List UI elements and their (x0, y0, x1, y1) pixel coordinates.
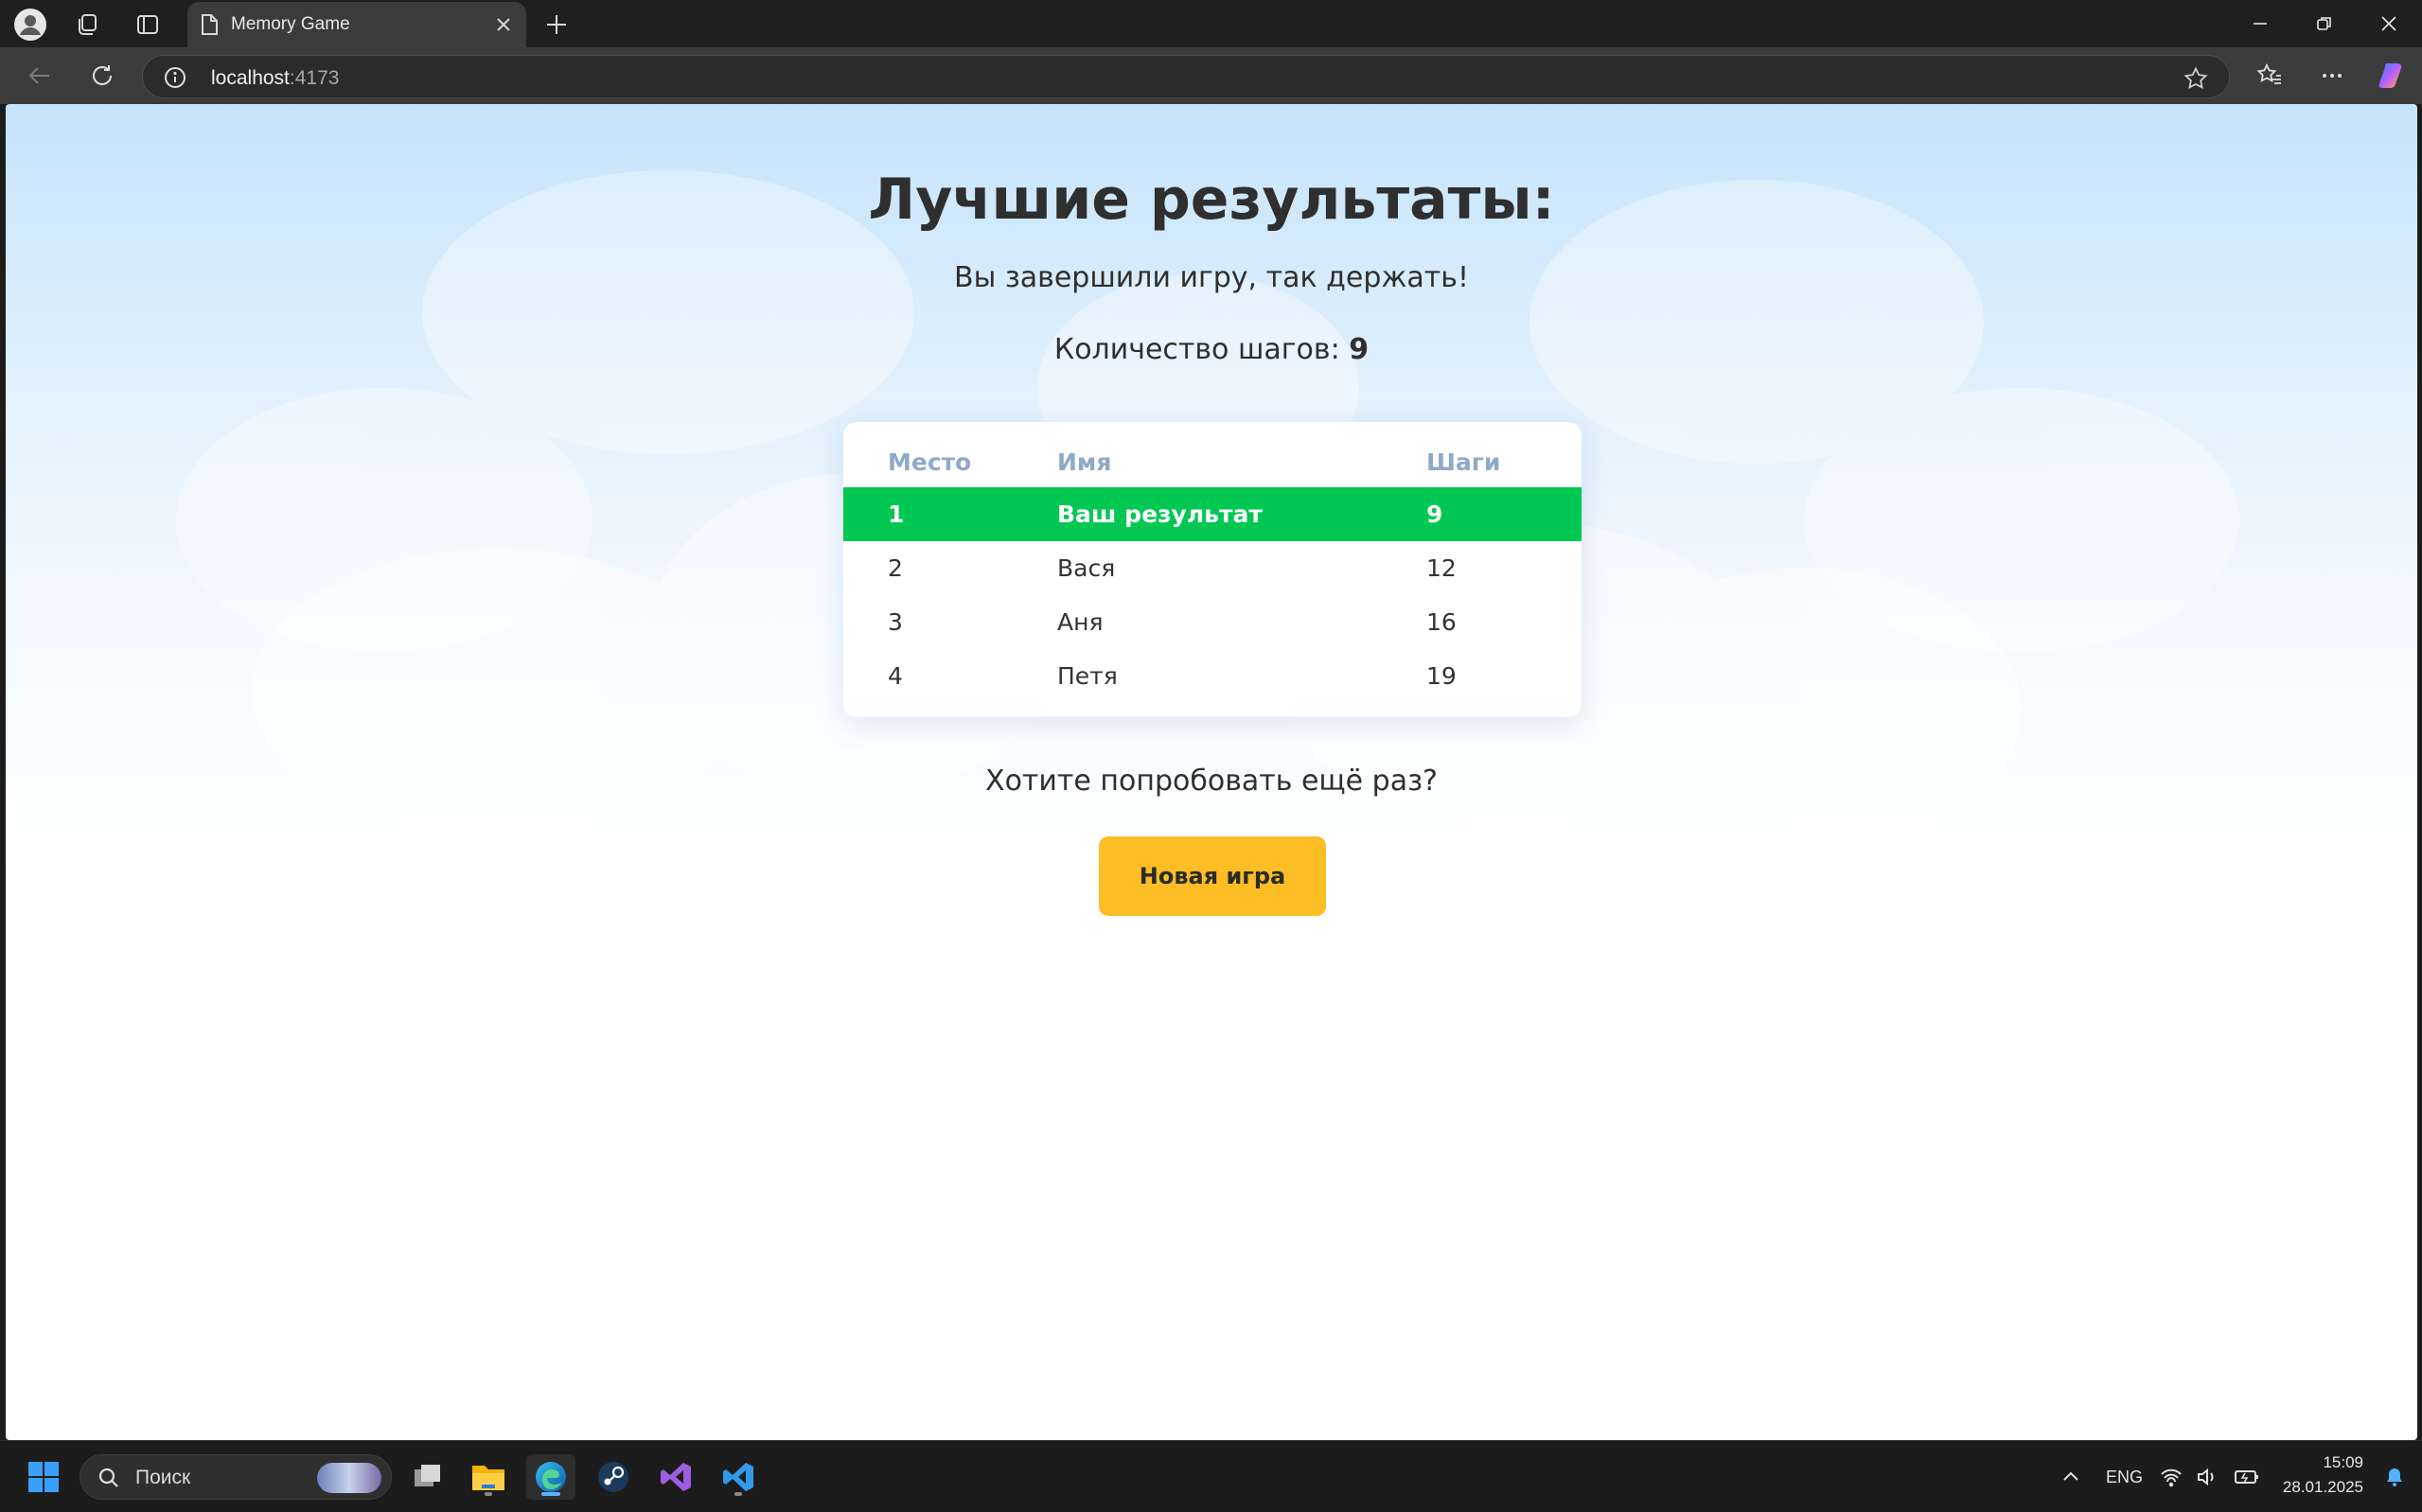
browser-tab-bar: Memory Game (0, 0, 2422, 47)
search-highlight-image (317, 1463, 381, 1493)
language-indicator[interactable]: ENG (2106, 1468, 2143, 1487)
page-viewport: Лучшие результаты: Вы завершили игру, та… (6, 104, 2417, 1440)
row-place: 2 (888, 554, 903, 582)
row-name: Петя (1057, 662, 1118, 690)
taskbar-search[interactable]: Поиск (80, 1454, 392, 1500)
site-info-icon[interactable] (164, 66, 186, 94)
address-bar[interactable]: localhost:4173 (142, 55, 2230, 98)
row-name: Ваш результат (1057, 501, 1263, 528)
row-place: 1 (888, 501, 905, 528)
url-text: localhost:4173 (211, 67, 340, 89)
minimize-icon[interactable] (2228, 0, 2292, 47)
vscode-icon[interactable] (714, 1454, 763, 1500)
steps-count: Количество шагов: 9 (6, 333, 2417, 366)
completion-message: Вы завершили игру, так держать! (954, 261, 1469, 294)
page-title: Лучшие результаты: (868, 167, 1555, 233)
close-window-icon[interactable] (2357, 0, 2421, 47)
file-explorer-icon[interactable] (464, 1454, 513, 1500)
restore-icon[interactable] (2292, 0, 2357, 47)
back-icon[interactable] (17, 57, 62, 95)
profile-icon[interactable] (6, 6, 55, 44)
clock-time: 15:09 (2323, 1453, 2363, 1471)
row-name: Аня (1057, 608, 1104, 636)
steam-icon[interactable] (589, 1454, 638, 1500)
new-game-button[interactable]: Новая игра (1099, 836, 1326, 916)
visual-studio-icon[interactable] (651, 1454, 700, 1500)
active-indicator (541, 1492, 560, 1496)
search-icon (97, 1467, 120, 1494)
retry-question: Хотите попробовать ещё раз? (985, 765, 1438, 798)
row-steps: 16 (1426, 608, 1457, 636)
running-indicator (485, 1492, 492, 1496)
show-hidden-icons-icon[interactable] (2046, 1454, 2095, 1500)
favorites-icon[interactable] (2247, 57, 2292, 95)
row-steps: 12 (1426, 554, 1457, 582)
task-view-icon[interactable] (403, 1454, 452, 1500)
row-steps: 19 (1426, 662, 1457, 690)
workspaces-icon[interactable] (62, 6, 112, 44)
tab-actions-icon[interactable] (123, 6, 172, 44)
tab-memory-game[interactable]: Memory Game (187, 2, 526, 47)
start-icon[interactable] (19, 1454, 68, 1500)
steps-label: Количество шагов: (1053, 333, 1340, 366)
more-menu-icon[interactable] (2309, 57, 2355, 95)
battery-icon[interactable] (2226, 1454, 2268, 1500)
header-steps: Шаги (1426, 448, 1501, 476)
row-name: Вася (1057, 554, 1116, 582)
running-indicator (734, 1492, 742, 1496)
search-placeholder: Поиск (135, 1467, 191, 1488)
row-place: 4 (888, 662, 903, 690)
clock[interactable]: 15:09 28.01.2025 (2283, 1450, 2363, 1500)
leaderboard-table: Место Имя Шаги 1 Ваш результат 9 2 Вася … (843, 422, 1582, 717)
browser-toolbar: localhost:4173 (0, 47, 2422, 104)
edge-icon[interactable] (526, 1454, 575, 1500)
leaderboard-row: 3 Аня 16 (843, 595, 1582, 649)
leaderboard-row-current: 1 Ваш результат 9 (843, 487, 1582, 541)
leaderboard-row: 2 Вася 12 (843, 541, 1582, 595)
leaderboard-row: 4 Петя 19 (843, 649, 1582, 703)
notifications-icon[interactable] (2374, 1454, 2415, 1500)
wifi-icon[interactable] (2152, 1454, 2190, 1500)
clock-date: 28.01.2025 (2282, 1478, 2363, 1496)
close-tab-icon[interactable] (492, 13, 515, 36)
row-place: 3 (888, 608, 903, 636)
volume-icon[interactable] (2188, 1454, 2226, 1500)
leaderboard-header: Место Имя Шаги (843, 443, 1582, 477)
tab-title: Memory Game (231, 14, 350, 34)
page-icon (202, 14, 218, 35)
header-place: Место (888, 448, 972, 476)
copilot-icon[interactable] (2370, 57, 2415, 95)
header-name: Имя (1057, 448, 1112, 476)
new-tab-icon[interactable] (532, 6, 581, 44)
taskbar: Поиск ENG 15:09 28.01.2025 (0, 1440, 2422, 1512)
steps-value: 9 (1349, 333, 1370, 366)
refresh-icon[interactable] (80, 57, 125, 95)
row-steps: 9 (1426, 501, 1443, 528)
favorite-star-icon[interactable] (2183, 66, 2208, 96)
